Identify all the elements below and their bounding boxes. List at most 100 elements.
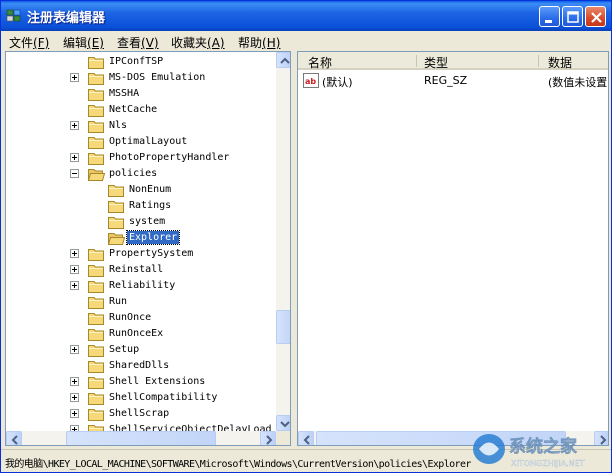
value-list-pane[interactable]: 名称 类型 数据 ab (默认) REG_SZ (数值未设置 (297, 51, 609, 446)
regedit-window: 注册表编辑器 文件(F) 编辑(E) 查看(V) 收藏夹(A) 帮助(H) IP… (0, 0, 612, 473)
tree-item[interactable]: Reinstall (6, 262, 276, 278)
svg-text:ab: ab (305, 77, 316, 86)
tree-item[interactable]: Ratings (6, 198, 276, 214)
tree-scroll-left-button[interactable] (6, 431, 22, 445)
menu-edit[interactable]: 编辑(E) (63, 34, 104, 51)
close-button[interactable] (585, 6, 606, 27)
tree-scroll-up-button[interactable] (276, 52, 290, 68)
tree-item[interactable]: OptimalLayout (6, 134, 276, 150)
tree-horizontal-scrollbar[interactable] (6, 431, 276, 445)
tree-item-label: Run (109, 296, 128, 307)
folder-icon (88, 281, 104, 293)
expand-icon[interactable] (70, 281, 79, 290)
tree-item[interactable]: Reliability (6, 278, 276, 294)
tree-item-label: system (129, 216, 166, 227)
column-header-type[interactable]: 类型 (424, 54, 448, 71)
menu-help[interactable]: 帮助(H) (238, 34, 280, 51)
tree-item-label: SharedDlls (109, 360, 170, 371)
tree-item[interactable]: Setup (6, 342, 276, 358)
tree-item-label: NonEnum (129, 184, 172, 195)
tree-item[interactable]: IPConfTSP (6, 54, 276, 70)
expand-icon[interactable] (70, 265, 79, 274)
list-item[interactable]: ab (默认) REG_SZ (数值未设置 (298, 72, 608, 90)
svg-text:XITONGZHIJIA.NET: XITONGZHIJIA.NET (511, 459, 585, 468)
tree-scroll-right-button[interactable] (260, 431, 276, 445)
folder-icon (108, 217, 124, 229)
folder-icon (88, 361, 104, 373)
reg-sz-icon: ab (303, 73, 319, 88)
tree-item-label: IPConfTSP (109, 56, 164, 67)
menu-favorites[interactable]: 收藏夹(A) (171, 34, 225, 51)
menu-view[interactable]: 查看(V) (117, 34, 159, 51)
menu-view-label: 查看 (117, 36, 142, 50)
folder-icon (88, 345, 104, 357)
expand-icon[interactable] (70, 153, 79, 162)
folder-icon (88, 393, 104, 405)
tree-item[interactable]: MS-DOS Emulation (6, 70, 276, 86)
tree-item[interactable]: system (6, 214, 276, 230)
status-path: 我的电脑\HKEY_LOCAL_MACHINE\SOFTWARE\Microso… (5, 459, 471, 470)
tree-item[interactable]: SharedDlls (6, 358, 276, 374)
tree-item[interactable]: NetCache (6, 102, 276, 118)
tree-vertical-scrollbar[interactable] (276, 52, 290, 431)
column-separator[interactable] (538, 55, 539, 67)
expand-icon[interactable] (70, 73, 79, 82)
tree-item[interactable]: ShellCompatibility (6, 390, 276, 406)
menu-favorites-label: 收藏夹 (171, 36, 208, 50)
tree-item-label: policies (109, 168, 158, 179)
menu-help-label: 帮助 (238, 36, 263, 50)
tree-item[interactable]: Nls (6, 118, 276, 134)
key-tree-pane[interactable]: IPConfTSP MS-DOS Emulation MSSHA NetCache Nl… (5, 51, 291, 446)
folder-icon (88, 329, 104, 341)
tree-item[interactable]: MSSHA (6, 86, 276, 102)
column-header-data[interactable]: 数据 (548, 54, 572, 71)
menu-favorites-key: (A) (207, 36, 225, 50)
tree-item-label: Reliability (109, 280, 176, 291)
title-bar[interactable]: 注册表编辑器 (1, 1, 611, 31)
svg-text:系统之家: 系统之家 (509, 436, 577, 457)
folder-icon (88, 409, 104, 421)
maximize-icon (567, 11, 579, 23)
expand-icon[interactable] (70, 345, 79, 354)
tree-item-label: NetCache (109, 104, 158, 115)
tree-scroll-thumb[interactable] (276, 310, 290, 344)
tree-item[interactable]: ShellScrap (6, 406, 276, 422)
expand-icon[interactable] (70, 393, 79, 402)
tree-scroll-down-button[interactable] (276, 415, 290, 431)
list-scroll-left-button[interactable] (298, 431, 314, 445)
tree-item[interactable]: PhotoPropertyHandler (6, 150, 276, 166)
tree-item[interactable]: RunOnceEx (6, 326, 276, 342)
expand-icon[interactable] (70, 377, 79, 386)
tree-item[interactable]: policies (6, 166, 276, 182)
folder-open-icon (88, 169, 105, 181)
column-separator[interactable] (416, 55, 417, 67)
tree-item-label: Explorer (125, 230, 181, 245)
tree-item[interactable]: Shell Extensions (6, 374, 276, 390)
column-header-name[interactable]: 名称 (308, 54, 332, 71)
menu-bar: 文件(F) 编辑(E) 查看(V) 收藏夹(A) 帮助(H) (1, 31, 611, 50)
tree-item[interactable]: Run (6, 294, 276, 310)
collapse-icon[interactable] (70, 169, 79, 178)
tree-item[interactable]: NonEnum (6, 182, 276, 198)
folder-icon (88, 313, 104, 325)
tree-item-label: MS-DOS Emulation (109, 72, 206, 83)
menu-view-key: (V) (141, 36, 159, 50)
tree-item[interactable]: Explorer (6, 230, 276, 246)
expand-icon[interactable] (70, 409, 79, 418)
menu-file-label: 文件 (9, 36, 34, 50)
chevron-left-icon (303, 435, 310, 445)
tree-hscroll-thumb[interactable] (66, 431, 216, 445)
menu-help-key: (H) (262, 36, 281, 50)
expand-icon[interactable] (70, 121, 79, 130)
close-icon (591, 12, 602, 23)
tree-item[interactable]: RunOnce (6, 310, 276, 326)
tree-item[interactable]: PropertySystem (6, 246, 276, 262)
value-type: REG_SZ (424, 74, 468, 87)
folder-icon (88, 73, 104, 85)
minimize-button[interactable] (539, 6, 560, 27)
maximize-button[interactable] (562, 6, 583, 27)
expand-icon[interactable] (70, 249, 79, 258)
chevron-up-icon (280, 57, 290, 64)
menu-file[interactable]: 文件(F) (9, 34, 49, 51)
folder-icon (88, 105, 104, 117)
